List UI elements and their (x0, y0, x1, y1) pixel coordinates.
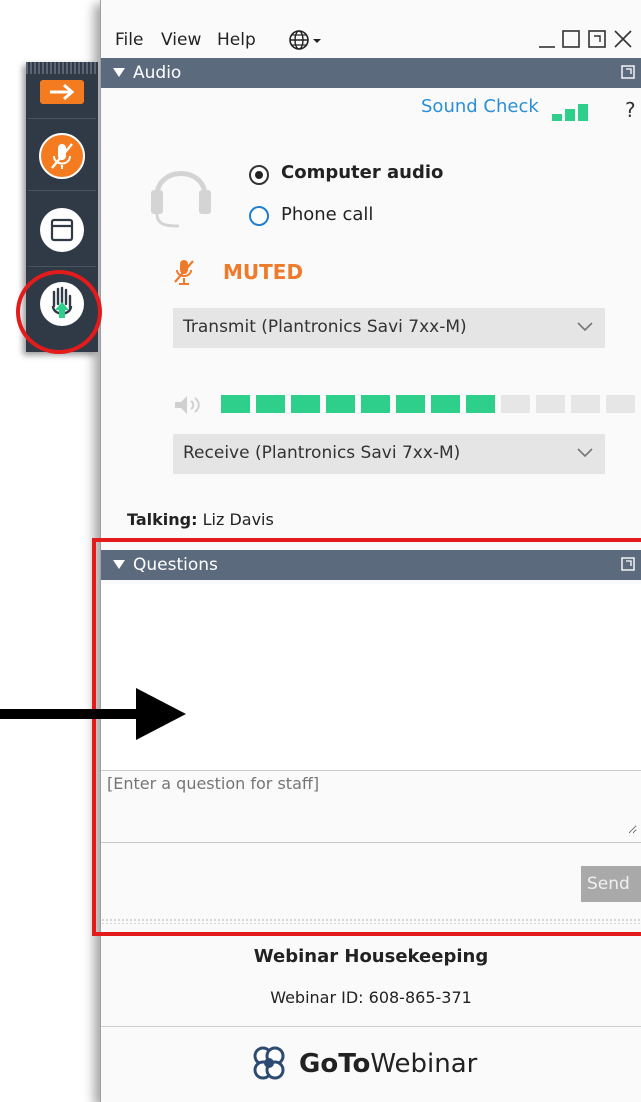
level-segment (291, 395, 320, 413)
resize-grip[interactable] (101, 918, 641, 924)
popout-icon[interactable] (621, 65, 635, 79)
questions-panel-header[interactable]: Questions (101, 550, 641, 580)
brand-regular: Webinar (370, 1049, 478, 1079)
gotowebinar-flower-icon (253, 1046, 285, 1080)
level-segment (326, 395, 355, 413)
mute-microphone-icon[interactable] (34, 128, 90, 184)
window-controls (539, 30, 632, 48)
menu-file[interactable]: File (115, 30, 143, 50)
questions-panel-title: Questions (133, 555, 218, 575)
muted-microphone-icon[interactable] (173, 258, 195, 286)
level-segment (501, 395, 530, 413)
receive-device-select[interactable]: Receive (Plantronics Savi 7xx-M) (173, 434, 605, 474)
expand-arrow-icon[interactable] (38, 76, 86, 108)
level-segment (466, 395, 495, 413)
transmit-device-value: Transmit (Plantronics Savi 7xx-M) (183, 317, 467, 337)
level-segment (606, 395, 635, 413)
output-level-meter (221, 395, 641, 413)
webinar-id: Webinar ID: 608-865-371 (270, 988, 472, 1007)
send-button[interactable]: Send (581, 866, 641, 902)
level-segment (256, 395, 285, 413)
help-question-button[interactable]: ? (625, 98, 636, 122)
receive-device-value: Receive (Plantronics Savi 7xx-M) (183, 443, 461, 463)
menu-bar: File View Help (101, 8, 641, 58)
brand-bold: GoTo (299, 1049, 371, 1079)
level-segment (431, 395, 460, 413)
sound-check-link[interactable]: Sound Check (421, 96, 539, 117)
popout-icon[interactable] (588, 30, 606, 48)
grab-tab-toolbar (26, 62, 98, 352)
brand-name: GoToWebinar (299, 1049, 477, 1079)
speaker-icon (175, 396, 200, 414)
transmit-device-select[interactable]: Transmit (Plantronics Savi 7xx-M) (173, 308, 605, 348)
arrow-icon (0, 688, 186, 740)
talking-indicator: Talking: Liz Davis (127, 510, 274, 529)
raise-hand-icon[interactable] (34, 276, 90, 332)
headset-icon (151, 171, 211, 228)
webinar-title: Webinar Housekeeping (253, 946, 489, 967)
muted-status: MUTED (223, 260, 304, 284)
collapse-triangle-icon[interactable] (113, 560, 125, 569)
computer-audio-label[interactable]: Computer audio (281, 162, 443, 183)
audio-panel-header[interactable]: Audio (101, 58, 641, 88)
popout-icon[interactable] (621, 557, 635, 571)
audio-panel-title: Audio (133, 63, 182, 83)
gotowebinar-logo: GoToWebinar (249, 1044, 477, 1084)
question-input[interactable] (107, 774, 637, 834)
level-segment (221, 395, 250, 413)
toolbar-grip[interactable] (26, 62, 98, 74)
talking-name: Liz Davis (202, 510, 274, 529)
globe-icon[interactable] (288, 28, 324, 52)
computer-audio-radio[interactable] (249, 165, 269, 185)
phone-call-radio[interactable] (249, 206, 269, 226)
close-icon[interactable] (614, 30, 632, 48)
divider (28, 266, 96, 267)
menu-view[interactable]: View (161, 30, 201, 50)
collapse-triangle-icon[interactable] (113, 68, 125, 77)
divider (101, 1026, 641, 1027)
divider (101, 842, 641, 843)
menu-help[interactable]: Help (217, 30, 256, 50)
window-icon[interactable] (34, 202, 90, 258)
chevron-down-icon (577, 322, 593, 332)
level-segment (361, 395, 390, 413)
level-segment (536, 395, 565, 413)
signal-bars-icon (552, 104, 588, 121)
level-segment (396, 395, 425, 413)
talking-label: Talking: (127, 510, 198, 529)
chevron-down-icon (577, 448, 593, 458)
divider (28, 118, 96, 119)
phone-call-label[interactable]: Phone call (281, 204, 373, 225)
level-segment (571, 395, 600, 413)
divider (28, 190, 96, 191)
control-panel-window: File View Help Audio Sound Check ? Compu… (100, 0, 641, 1102)
maximize-icon[interactable] (562, 30, 580, 48)
